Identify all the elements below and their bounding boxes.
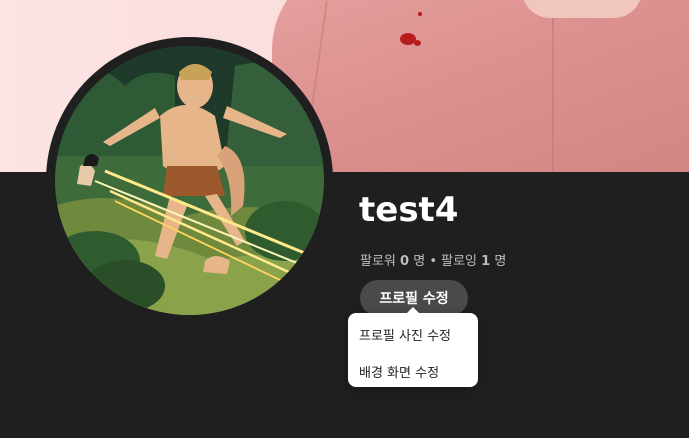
followers-unit: 명: [413, 254, 426, 269]
edit-profile-dropdown: 프로필 사진 수정 배경 화면 수정: [348, 307, 478, 387]
profile-name: test4: [359, 190, 459, 230]
following-link[interactable]: 팔로잉 1 명: [441, 254, 506, 269]
followers-label: 팔로워: [360, 254, 396, 269]
followers-link[interactable]: 팔로워 0 명: [360, 254, 425, 269]
stats-separator: •: [429, 254, 437, 269]
banner-stain: [414, 40, 421, 46]
dropdown-caret: [406, 307, 420, 314]
follow-stats: 팔로워 0 명 • 팔로잉 1 명: [360, 250, 506, 269]
banner-image: [272, 0, 689, 172]
avatar[interactable]: [55, 46, 324, 315]
followers-count: 0: [400, 254, 410, 269]
menu-item-edit-background[interactable]: 배경 화면 수정: [359, 362, 439, 381]
following-label: 팔로잉: [441, 254, 478, 269]
following-count: 1: [481, 254, 491, 269]
following-unit: 명: [494, 254, 507, 269]
avatar-image: [55, 46, 324, 315]
avatar-frame: [46, 37, 333, 324]
banner-stain: [418, 12, 422, 16]
menu-item-edit-avatar[interactable]: 프로필 사진 수정: [359, 325, 451, 344]
